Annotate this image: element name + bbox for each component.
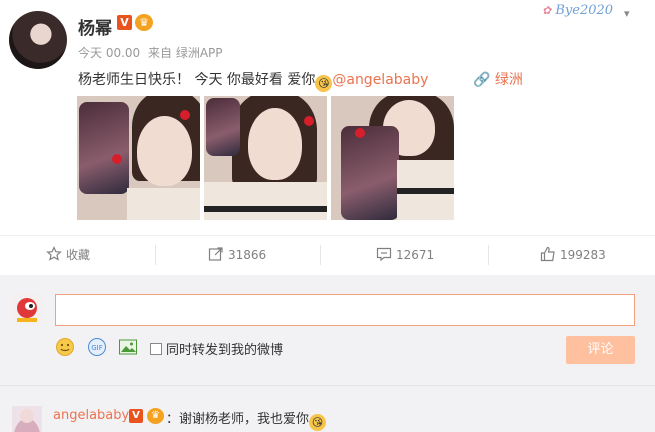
sweater-shape [204,182,327,220]
location-link[interactable]: 🔗 绿洲 [473,69,523,89]
vip-crown-icon: ♛ [147,408,164,424]
user-avatar[interactable] [9,11,67,69]
comment-count: 12671 [396,248,435,262]
face-shape [137,116,192,186]
comment-text: ：谢谢杨老师，我也爱你 😘 [166,408,327,431]
commenter-name[interactable]: angelababy [53,408,129,423]
repost-button[interactable]: 31866 [208,246,266,262]
phone-screen [79,102,129,194]
current-user-avatar[interactable] [12,294,42,324]
like-button[interactable]: 199283 [540,246,606,262]
post-source[interactable]: 来自 绿洲APP [148,46,223,60]
comment-button[interactable]: 12671 [376,246,434,262]
smiley-emoji-icon[interactable] [55,337,75,357]
link-icon: 🔗 [473,72,491,88]
cherry-sticker-icon [304,116,314,126]
face-shape [248,108,302,180]
verified-badge-icon: V [129,409,143,423]
sweater-shape [127,188,200,220]
post-text: 杨老师生日快乐！ 今天 你最好看 爱你 😘 @angelababy [78,69,428,92]
star-icon [46,246,62,262]
cherry-sticker-icon [112,154,122,164]
comment-composer: GIF 同时转发到我的微博 评论 [0,275,655,385]
ribbon-icon: ✿ [542,4,552,17]
verified-badge-icon: V [117,15,132,30]
action-divider [155,245,156,265]
cherry-sticker-icon [180,110,190,120]
svg-text:GIF: GIF [91,344,103,352]
gif-icon[interactable]: GIF [87,337,107,357]
repost-checkbox[interactable]: 同时转发到我的微博 [150,339,283,358]
chevron-down-icon[interactable]: ▾ [624,7,638,21]
repost-count: 31866 [228,248,267,262]
phone-screen [341,126,399,220]
comment-input[interactable] [55,294,635,326]
action-divider [320,245,321,265]
repost-checkbox-label: 同时转发到我的微博 [166,343,284,358]
kiss-emoji-icon: 😘 [309,414,327,431]
image-upload-icon[interactable] [118,337,138,357]
kiss-emoji-icon: 😘 [315,75,333,92]
sweater-stripe [397,188,454,194]
post-meta: 今天 00.00 来自 绿洲APP [78,44,223,61]
phone-screen [206,98,240,156]
post-time[interactable]: 今天 00.00 [78,46,140,60]
checkbox-box[interactable] [150,343,162,355]
comment-item: angelababy V ♛ ：谢谢杨老师，我也爱你 😘 [0,385,655,432]
favorite-label: 收藏 [66,248,91,262]
action-bar: 收藏 31866 12671 199283 [0,235,655,275]
post-text-body: 杨老师生日快乐！ 今天 你最好看 爱你 [78,72,316,88]
submit-comment-button[interactable]: 评论 [566,336,635,364]
commenter-avatar[interactable] [12,406,42,432]
like-count: 199283 [560,248,606,262]
sweater-stripe [204,206,327,212]
corner-tag-text: Bye2020 [555,3,614,18]
comment-text-body: ：谢谢杨老师，我也爱你 [166,412,310,427]
post-image-3[interactable] [331,96,454,220]
mention-link[interactable]: @angelababy [332,72,428,88]
action-divider [488,245,489,265]
comment-icon [376,246,392,262]
share-icon [208,246,224,262]
thumbs-up-icon [540,246,556,262]
favorite-button[interactable]: 收藏 [46,246,90,263]
weibo-post: 杨幂 V ♛ ✿ Bye2020 ▾ 今天 00.00 来自 绿洲APP 杨老师… [0,0,655,232]
post-image-2[interactable] [204,96,327,220]
vip-crown-icon: ♛ [135,14,153,31]
location-label: 绿洲 [494,72,523,88]
post-image-1[interactable] [77,96,200,220]
post-username[interactable]: 杨幂 [78,14,112,39]
cherry-sticker-icon [355,128,365,138]
